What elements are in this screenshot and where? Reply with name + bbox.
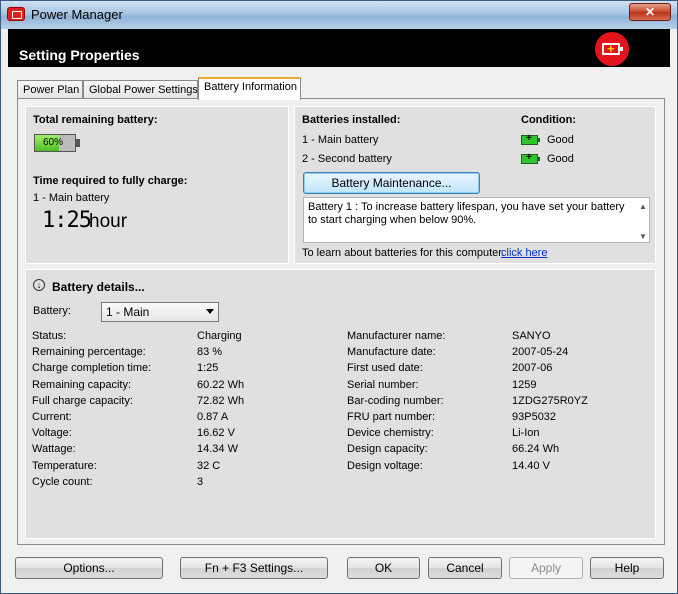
detail-label: Bar-coding number: <box>347 394 444 407</box>
detail-value: Li-Ion <box>512 427 540 440</box>
time-value: 1:25 <box>42 208 92 233</box>
time-unit: hour <box>89 211 128 232</box>
click-here-link[interactable]: click here <box>501 247 547 259</box>
detail-label: Wattage: <box>32 443 76 456</box>
battery-2-name: 2 - Second battery <box>302 153 392 165</box>
remaining-battery-box: Total remaining battery: 60% Time requir… <box>25 106 289 264</box>
tab-power-plan[interactable]: Power Plan <box>17 80 83 99</box>
detail-label: Design capacity: <box>347 443 428 456</box>
detail-label: Status: <box>32 330 67 342</box>
time-battery-name: 1 - Main battery <box>33 192 110 204</box>
window-title: Power Manager <box>31 7 123 22</box>
battery-charging-icon: + <box>595 32 629 66</box>
total-remaining-label: Total remaining battery: <box>33 114 158 126</box>
detail-value: 93P5032 <box>512 411 557 423</box>
detail-label: Manufacturer name: <box>347 330 446 342</box>
page-title: Setting Properties <box>19 47 140 63</box>
tab-global-power-settings[interactable]: Global Power Settings <box>83 80 198 99</box>
detail-value: 1:25 <box>197 362 219 375</box>
detail-label: Temperature: <box>32 459 97 472</box>
detail-label: Charge completion time: <box>32 362 152 375</box>
fn-f3-settings-button[interactable]: Fn + F3 Settings... <box>180 557 328 579</box>
detail-value: 60.22 Wh <box>197 378 245 391</box>
battery-good-icon <box>521 133 540 145</box>
detail-value: 66.24 Wh <box>512 443 560 456</box>
detail-label: Manufacture date: <box>347 346 436 359</box>
battery-percent: 60% <box>43 137 64 148</box>
battery-good-icon <box>521 152 540 164</box>
detail-value: 72.82 Wh <box>197 394 245 407</box>
battery-1-condition: Good <box>547 134 574 146</box>
scroll-down-icon[interactable]: ▼ <box>639 230 647 243</box>
battery-maintenance-button[interactable]: Battery Maintenance... <box>303 172 480 194</box>
detail-value: 2007-06 <box>512 362 553 375</box>
detail-value: 32 C <box>197 459 221 472</box>
battery-1-name: 1 - Main battery <box>302 134 379 146</box>
battery-2-condition: Good <box>547 153 574 165</box>
battery-details-box: ↓ Battery details... Battery: 1 - Main S… <box>25 269 656 539</box>
battery-select-value: 1 - Main <box>106 305 150 319</box>
detail-label: Cycle count: <box>32 475 93 488</box>
cancel-button[interactable]: Cancel <box>428 557 502 579</box>
apply-button[interactable]: Apply <box>509 557 583 579</box>
detail-value: 16.62 V <box>197 427 235 440</box>
header-banner: Setting Properties + <box>8 29 670 67</box>
detail-value: 3 <box>197 475 204 488</box>
power-manager-app-icon <box>7 7 25 21</box>
detail-label: Voltage: <box>32 427 72 440</box>
batteries-installed-box: Batteries installed: Condition: 1 - Main… <box>294 106 656 264</box>
detail-label: Current: <box>32 411 72 423</box>
scroll-up-icon[interactable]: ▲ <box>639 200 647 213</box>
detail-value: 1ZDG275R0YZ <box>512 394 588 407</box>
detail-label: Design voltage: <box>347 459 423 472</box>
battery-gauge: 60% <box>34 134 80 152</box>
title-bar[interactable]: Power Manager ✕ <box>1 1 677 29</box>
detail-label: Full charge capacity: <box>32 394 133 407</box>
detail-label: First used date: <box>347 362 423 375</box>
detail-label: Serial number: <box>347 378 419 391</box>
tab-battery-information[interactable]: Battery Information <box>198 77 301 100</box>
detail-value: 14.34 W <box>197 443 238 456</box>
time-to-charge-label: Time required to fully charge: <box>33 175 188 187</box>
detail-value: 0.87 A <box>197 411 229 423</box>
detail-value: 83 % <box>197 346 223 359</box>
detail-value: 14.40 V <box>512 459 550 472</box>
batteries-installed-label: Batteries installed: <box>302 114 401 126</box>
help-button[interactable]: Help <box>590 557 664 579</box>
battery-information-panel: Total remaining battery: 60% Time requir… <box>17 98 665 545</box>
close-icon: ✕ <box>644 5 656 19</box>
memo-scrollbar[interactable]: ▲ ▼ <box>637 198 649 242</box>
close-button[interactable]: ✕ <box>629 3 671 21</box>
battery-select[interactable]: 1 - Main <box>101 302 219 322</box>
collapse-details-icon[interactable]: ↓ <box>33 279 45 291</box>
ok-button[interactable]: OK <box>347 557 420 579</box>
detail-label: Remaining capacity: <box>32 378 132 391</box>
power-manager-window: Power Manager ✕ Setting Properties + Pow… <box>0 0 678 594</box>
battery-details-title[interactable]: Battery details... <box>52 280 145 294</box>
detail-value: SANYO <box>512 330 551 342</box>
detail-label: FRU part number: <box>347 411 436 423</box>
detail-label: Remaining percentage: <box>32 346 146 359</box>
detail-value: 1259 <box>512 378 537 391</box>
memo-text: Battery 1 : To increase battery lifespan… <box>308 201 625 226</box>
detail-value: Charging <box>197 330 242 342</box>
detail-label: Device chemistry: <box>347 427 434 440</box>
condition-label: Condition: <box>521 114 576 126</box>
detail-value: 2007-05-24 <box>512 346 569 359</box>
battery-info-memo[interactable]: Battery 1 : To increase battery lifespan… <box>303 197 650 243</box>
chevron-down-icon <box>206 309 214 314</box>
options-button[interactable]: Options... <box>15 557 163 579</box>
learn-text: To learn about batteries for this comput… <box>302 247 505 259</box>
battery-select-label: Battery: <box>33 305 71 317</box>
